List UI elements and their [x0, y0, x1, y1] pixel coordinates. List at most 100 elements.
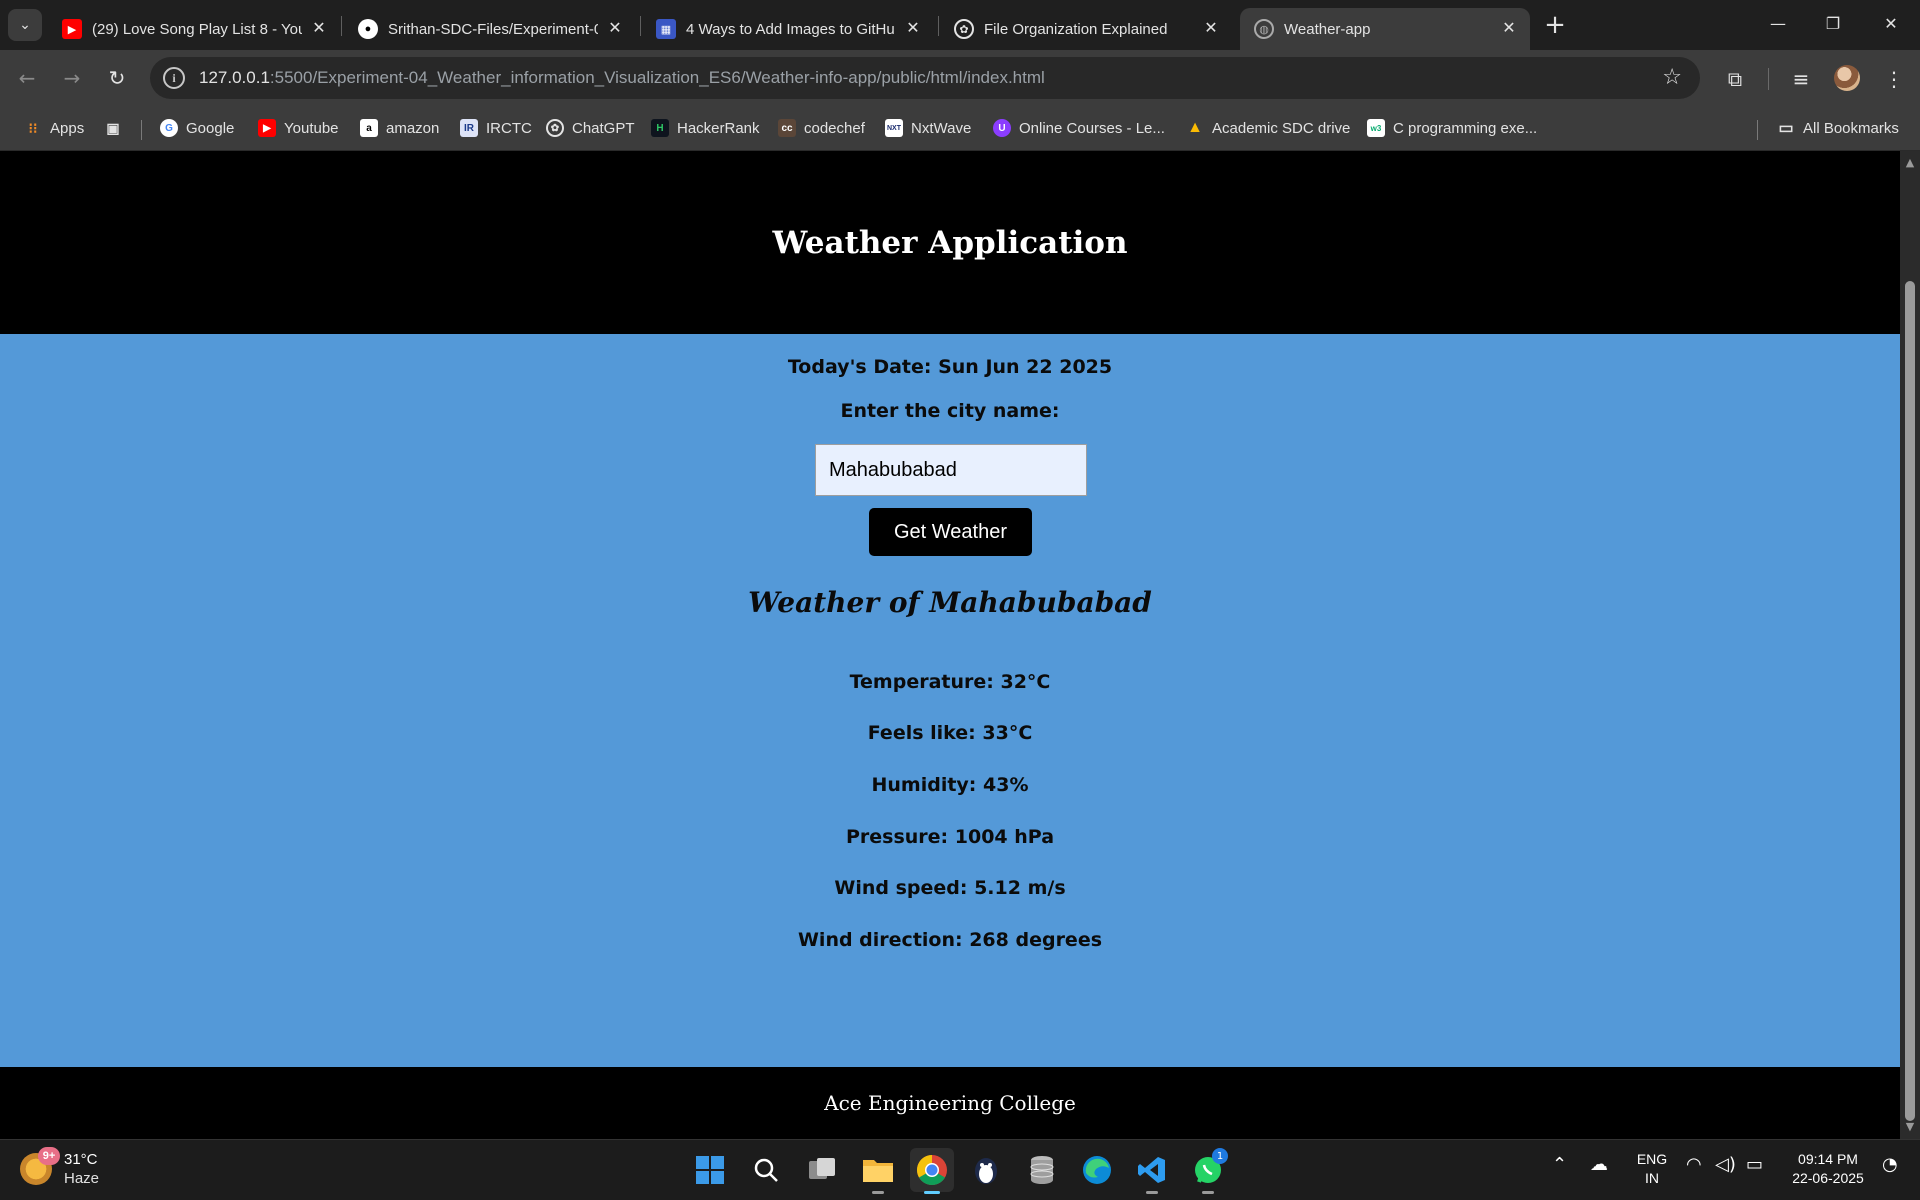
bookmark-label: ChatGPT [572, 119, 635, 137]
tab-title: File Organization Explained [984, 20, 1168, 38]
google-drive-icon: ▲ [1187, 119, 1203, 136]
article-icon: ▦ [656, 19, 676, 39]
site-header: Weather Application [0, 151, 1900, 334]
tab-weather-app[interactable]: ◍ Weather-app ✕ [1240, 8, 1530, 50]
chrome-button[interactable] [910, 1148, 954, 1194]
taskbar-temperature: 31°C [64, 1151, 98, 1168]
bookmark-c-programming[interactable]: w3 C programming exe... [1367, 115, 1537, 141]
tab-groups-icon: ▣ [106, 119, 120, 136]
task-view-button[interactable] [800, 1148, 844, 1192]
tab-youtube[interactable]: ▶ (29) Love Song Play List 8 - You ✕ [48, 8, 340, 50]
vscode-button[interactable] [1130, 1148, 1174, 1194]
whatsapp-button[interactable]: 1 [1186, 1148, 1230, 1194]
forward-button[interactable]: → [55, 61, 89, 95]
clock[interactable]: 09:14 PM 22-06-2025 [1780, 1150, 1876, 1188]
restore-button[interactable]: ❐ [1813, 8, 1853, 38]
running-indicator [924, 1191, 940, 1194]
close-icon[interactable]: ✕ [1200, 17, 1222, 39]
avatar[interactable] [1834, 65, 1860, 91]
bookmark-chatgpt[interactable]: ✿ ChatGPT [546, 115, 635, 141]
bookmark-tab-groups[interactable]: ▣ [104, 115, 130, 141]
tab-title: 4 Ways to Add Images to GitHu [686, 20, 895, 38]
bookmark-codechef[interactable]: cc codechef [778, 115, 865, 141]
codechef-icon: cc [778, 119, 796, 137]
bookmark-amazon[interactable]: a amazon [360, 115, 439, 141]
city-label: Enter the city name: [840, 400, 1060, 422]
bookmark-label: Online Courses - Le... [1019, 119, 1165, 137]
tab-file-organization[interactable]: ✿ File Organization Explained ✕ [940, 8, 1232, 50]
site-info-icon[interactable]: i [163, 67, 185, 89]
bookmark-google[interactable]: G Google [160, 115, 234, 141]
onedrive-icon[interactable]: ☁ [1590, 1154, 1608, 1175]
chevron-down-icon: ⌄ [19, 17, 31, 33]
battery-icon[interactable]: ▭ [1746, 1154, 1763, 1175]
more-menu-icon[interactable]: ⋮ [1879, 64, 1909, 94]
page-viewport: Weather Application Today's Date: Sun Ju… [0, 151, 1900, 1139]
language-indicator[interactable]: ENG IN [1632, 1150, 1672, 1188]
bookmark-star-icon[interactable]: ☆ [1662, 65, 1682, 90]
language-bottom: IN [1645, 1170, 1659, 1186]
bookmark-label: amazon [386, 119, 440, 137]
scroll-thumb[interactable] [1905, 281, 1915, 1121]
plus-icon: + [1544, 10, 1566, 40]
media-control-icon[interactable]: ≡ [1786, 64, 1816, 94]
file-explorer-button[interactable] [856, 1148, 900, 1194]
google-icon: G [160, 119, 178, 137]
close-icon[interactable]: ✕ [1498, 17, 1520, 39]
wifi-icon[interactable]: ◠ [1686, 1154, 1702, 1175]
notifications-icon[interactable]: ◔ [1882, 1154, 1898, 1175]
scroll-down-icon[interactable]: ▼ [1904, 1121, 1916, 1133]
bookmark-label: NxtWave [911, 119, 972, 137]
bookmark-label: HackerRank [677, 119, 760, 137]
penguin-app-button[interactable] [964, 1148, 1008, 1192]
back-button[interactable]: ← [10, 61, 44, 95]
tab-article[interactable]: ▦ 4 Ways to Add Images to GitHu ✕ [642, 8, 934, 50]
tab-github[interactable]: ● Srithan-SDC-Files/Experiment-0 ✕ [344, 8, 636, 50]
clock-date: 22-06-2025 [1792, 1170, 1864, 1186]
reload-button[interactable]: ↻ [100, 61, 134, 95]
search-icon [754, 1158, 778, 1182]
show-hidden-icons-chevron-icon[interactable]: ⌃ [1552, 1154, 1567, 1175]
address-bar[interactable]: i 127.0.0.1:5500/Experiment-04_Weather_i… [150, 57, 1700, 99]
task-view-icon [809, 1158, 835, 1179]
bookmark-online-courses[interactable]: U Online Courses - Le... [993, 115, 1165, 141]
bookmark-hackerrank[interactable]: H HackerRank [651, 115, 760, 141]
apps-grid-icon: ⁝⁝ [28, 119, 38, 136]
bookmark-irctc[interactable]: IR IRCTC [460, 115, 532, 141]
weather-sun-icon: 9+ [20, 1147, 60, 1185]
main-content: Today's Date: Sun Jun 22 2025 Enter the … [0, 334, 1900, 1067]
extensions-icon[interactable]: ⧉ [1720, 64, 1750, 94]
minimize-button[interactable]: — [1758, 8, 1798, 38]
close-icon[interactable]: ✕ [604, 17, 626, 39]
city-input[interactable] [815, 444, 1087, 496]
close-icon[interactable]: ✕ [308, 17, 330, 39]
tab-search-button[interactable]: ⌄ [8, 9, 42, 41]
scroll-up-icon[interactable]: ▲ [1904, 157, 1916, 169]
bookmarks-bar: ⁝⁝ Apps ▣ G Google ▶ Youtube a amazon IR IRCT… [0, 107, 1920, 151]
openai-icon: ✿ [954, 19, 974, 39]
bookmark-apps[interactable]: ⁝⁝ Apps [24, 115, 85, 141]
humidity-text: Humidity: 43% [871, 774, 1029, 796]
pressure-text: Pressure: 1004 hPa [845, 826, 1055, 848]
page-scrollbar[interactable]: ▲ ▼ [1900, 151, 1920, 1139]
database-app-button[interactable] [1020, 1148, 1064, 1192]
get-weather-button[interactable]: Get Weather [869, 508, 1032, 556]
tab-separator [341, 16, 342, 36]
arrow-left-icon: ← [18, 66, 36, 90]
edge-button[interactable] [1075, 1148, 1119, 1192]
start-button[interactable] [688, 1148, 732, 1192]
url-text[interactable]: 127.0.0.1:5500/Experiment-04_Weather_inf… [199, 68, 1045, 88]
tab-separator [938, 16, 939, 36]
all-bookmarks-label: All Bookmarks [1803, 119, 1899, 137]
new-tab-button[interactable]: + [1540, 10, 1570, 40]
all-bookmarks-button[interactable]: ▭ All Bookmarks [1777, 115, 1899, 141]
bookmark-youtube[interactable]: ▶ Youtube [258, 115, 339, 141]
taskbar-weather-widget[interactable]: 9+ 31°C Haze [20, 1147, 99, 1188]
close-icon[interactable]: ✕ [902, 17, 924, 39]
volume-icon[interactable]: ◁) [1715, 1154, 1736, 1175]
close-window-button[interactable]: ✕ [1871, 8, 1911, 38]
search-button[interactable] [744, 1148, 788, 1192]
bookmark-academic-drive[interactable]: ▲ Academic SDC drive [1186, 115, 1350, 141]
bookmark-nxtwave[interactable]: NXT NxtWave [885, 115, 971, 141]
windows-icon [696, 1156, 724, 1184]
